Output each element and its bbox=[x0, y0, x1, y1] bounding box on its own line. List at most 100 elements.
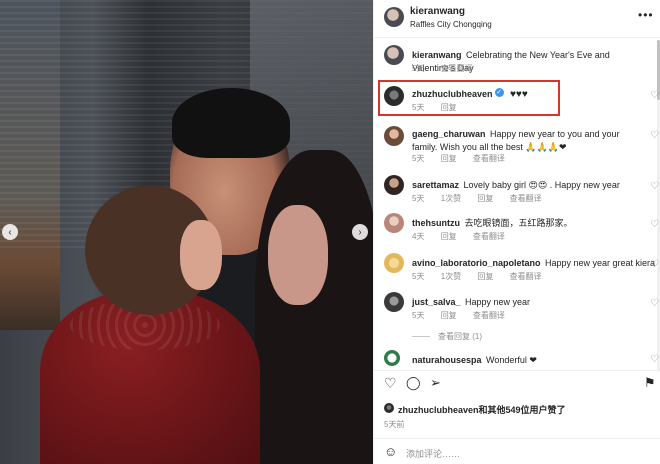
comment-line: zhuzhuclubheaven ✓ ♥♥♥ bbox=[412, 87, 528, 101]
comment-meta: 5天 1次赞 回复 查看翻译 bbox=[412, 271, 556, 282]
comment-time: 4天 bbox=[412, 232, 425, 241]
commenter-avatar[interactable] bbox=[384, 126, 404, 146]
comment-time: 5天 bbox=[412, 194, 425, 203]
comment-line: avino_laboratorio_napoletano Happy new y… bbox=[412, 256, 655, 269]
comment-meta: 5天 回复 bbox=[412, 102, 471, 113]
heart-outline-icon[interactable]: ♡ bbox=[650, 130, 659, 141]
add-comment-bar: ☺ 添加评论…… bbox=[374, 438, 660, 464]
comment-line: gaeng_charuwan Happy new year to you and… bbox=[412, 127, 644, 153]
reply-button[interactable]: 回复 bbox=[477, 194, 493, 203]
bookmark-icon[interactable]: ⚑ bbox=[644, 375, 656, 391]
photo-child-face bbox=[180, 220, 222, 290]
post-actions-bar: ♡ ◯ ➢ ⚑ bbox=[374, 370, 660, 398]
comment-line: just_salva_ Happy new year bbox=[412, 295, 530, 308]
heart-outline-icon[interactable]: ♡ bbox=[650, 90, 659, 101]
caption-avatar[interactable] bbox=[384, 45, 404, 65]
reply-button[interactable]: 回复 bbox=[441, 232, 457, 241]
comment-username[interactable]: thehsuntzu bbox=[412, 218, 460, 228]
comment-line: thehsuntzu 去吃眼镜面，五红路那家。 bbox=[412, 216, 572, 229]
chevron-left-icon[interactable]: ‹ bbox=[2, 224, 18, 240]
comment-row: naturahousespa Wonderful ❤ ♡ bbox=[374, 350, 660, 368]
comment-text: Lovely baby girl 😍😍 . Happy new year bbox=[463, 180, 620, 190]
comment-line: sarettamaz Lovely baby girl 😍😍 . Happy n… bbox=[412, 178, 620, 191]
comment-time: 5天 bbox=[412, 154, 425, 163]
chevron-right-icon[interactable]: › bbox=[352, 224, 368, 240]
translate-button[interactable]: 查看翻译 bbox=[473, 311, 505, 320]
comment-username[interactable]: just_salva_ bbox=[412, 297, 461, 307]
author-avatar[interactable] bbox=[384, 7, 404, 27]
comment-row: sarettamaz Lovely baby girl 😍😍 . Happy n… bbox=[374, 175, 660, 205]
posted-ago: 5天前 bbox=[384, 420, 405, 429]
heart-outline-icon[interactable]: ♡ bbox=[650, 354, 659, 365]
comment-meta: 4天 回复 查看翻译 bbox=[412, 231, 519, 242]
comment-text: ♥♥♥ bbox=[509, 89, 528, 100]
instagram-post-view: ‹ › kieranwang Raffles City Chongqing ••… bbox=[0, 0, 660, 464]
comment-time: 5天 bbox=[412, 311, 425, 320]
commenter-avatar[interactable] bbox=[384, 350, 400, 366]
commenter-avatar[interactable] bbox=[384, 213, 404, 233]
commenter-avatar[interactable] bbox=[384, 86, 404, 106]
like-count[interactable]: 1次赞 bbox=[441, 272, 461, 281]
comment-username[interactable]: naturahousespa bbox=[412, 355, 482, 365]
reply-button[interactable]: 回复 bbox=[441, 154, 457, 163]
caption-translate[interactable]: 查看翻译 bbox=[441, 64, 473, 73]
comment-text: Happy new year great kiera bbox=[544, 258, 656, 268]
caption-meta: 5天 查看翻译 bbox=[412, 63, 487, 74]
comment-username[interactable]: gaeng_charuwan bbox=[412, 129, 486, 139]
post-location[interactable]: Raffles City Chongqing bbox=[410, 20, 492, 29]
post-header: kieranwang Raffles City Chongqing ••• bbox=[374, 0, 660, 38]
comment-username[interactable]: zhuzhuclubheaven bbox=[412, 89, 493, 99]
translate-button[interactable]: 查看翻译 bbox=[510, 194, 542, 203]
comment-row: avino_laboratorio_napoletano Happy new y… bbox=[374, 253, 660, 283]
comment-text: Happy new year bbox=[465, 297, 531, 307]
comment-row: zhuzhuclubheaven ✓ ♥♥♥ 5天 回复 ♡ bbox=[374, 84, 660, 114]
comment-text: Wonderful ❤ bbox=[485, 355, 537, 365]
comment-row: gaeng_charuwan Happy new year to you and… bbox=[374, 124, 660, 164]
translate-button[interactable]: 查看翻译 bbox=[473, 154, 505, 163]
comment-text: 去吃眼镜面，五红路那家。 bbox=[464, 218, 573, 228]
comment-meta: 5天 1次赞 回复 查看翻译 bbox=[412, 193, 556, 204]
view-replies-label[interactable]: 查看回复 (1) bbox=[438, 332, 482, 341]
post-side-panel: kieranwang Raffles City Chongqing ••• ki… bbox=[373, 0, 660, 464]
more-horizontal-icon[interactable]: ••• bbox=[638, 8, 654, 22]
reply-button[interactable]: 回复 bbox=[441, 103, 457, 112]
smiley-icon[interactable]: ☺ bbox=[384, 444, 397, 459]
photo-woman-hair bbox=[255, 150, 373, 464]
add-comment-input[interactable]: 添加评论…… bbox=[406, 447, 460, 460]
post-photo[interactable]: ‹ › bbox=[0, 0, 373, 464]
comment-bubble-icon[interactable]: ◯ bbox=[406, 375, 421, 391]
likes-text[interactable]: zhuzhuclubheaven和其他549位用户赞了 bbox=[398, 405, 566, 415]
heart-outline-icon[interactable]: ♡ bbox=[384, 375, 397, 392]
comment-meta: 5天 回复 查看翻译 bbox=[412, 153, 519, 164]
comment-meta: 5天 回复 查看翻译 bbox=[412, 310, 519, 321]
paper-plane-icon[interactable]: ➢ bbox=[430, 375, 441, 391]
comment-time: 5天 bbox=[412, 103, 425, 112]
photo-child-dress bbox=[40, 290, 260, 464]
commenter-avatar[interactable] bbox=[384, 292, 404, 312]
heart-outline-icon[interactable]: ♡ bbox=[650, 298, 659, 309]
likes-summary[interactable]: zhuzhuclubheaven和其他549位用户赞了 bbox=[384, 403, 566, 416]
comment-line: naturahousespa Wonderful ❤ bbox=[412, 353, 537, 366]
translate-button[interactable]: 查看翻译 bbox=[510, 272, 542, 281]
view-replies[interactable]: 查看回复 (1) bbox=[412, 331, 482, 342]
author-username[interactable]: kieranwang bbox=[410, 6, 465, 17]
caption-time: 5天 bbox=[412, 64, 425, 73]
caption-row: kieranwang Celebrating the New Year's Ev… bbox=[374, 45, 660, 75]
comment-row: just_salva_ Happy new year 5天 回复 查看翻译 ♡ bbox=[374, 292, 660, 322]
heart-outline-icon[interactable]: ♡ bbox=[650, 259, 659, 270]
replies-divider bbox=[412, 336, 430, 338]
commenter-avatar[interactable] bbox=[384, 253, 404, 273]
photo-woman-face bbox=[268, 205, 328, 305]
reply-button[interactable]: 回复 bbox=[441, 311, 457, 320]
caption-username[interactable]: kieranwang bbox=[412, 50, 462, 60]
commenter-avatar[interactable] bbox=[384, 175, 404, 195]
heart-outline-icon[interactable]: ♡ bbox=[650, 219, 659, 230]
translate-button[interactable]: 查看翻译 bbox=[473, 232, 505, 241]
heart-outline-icon[interactable]: ♡ bbox=[650, 181, 659, 192]
comment-username[interactable]: sarettamaz bbox=[412, 180, 459, 190]
comment-time: 5天 bbox=[412, 272, 425, 281]
like-count[interactable]: 1次赞 bbox=[441, 194, 461, 203]
verified-badge-icon: ✓ bbox=[494, 88, 504, 98]
reply-button[interactable]: 回复 bbox=[477, 272, 493, 281]
comment-username[interactable]: avino_laboratorio_napoletano bbox=[412, 258, 541, 268]
